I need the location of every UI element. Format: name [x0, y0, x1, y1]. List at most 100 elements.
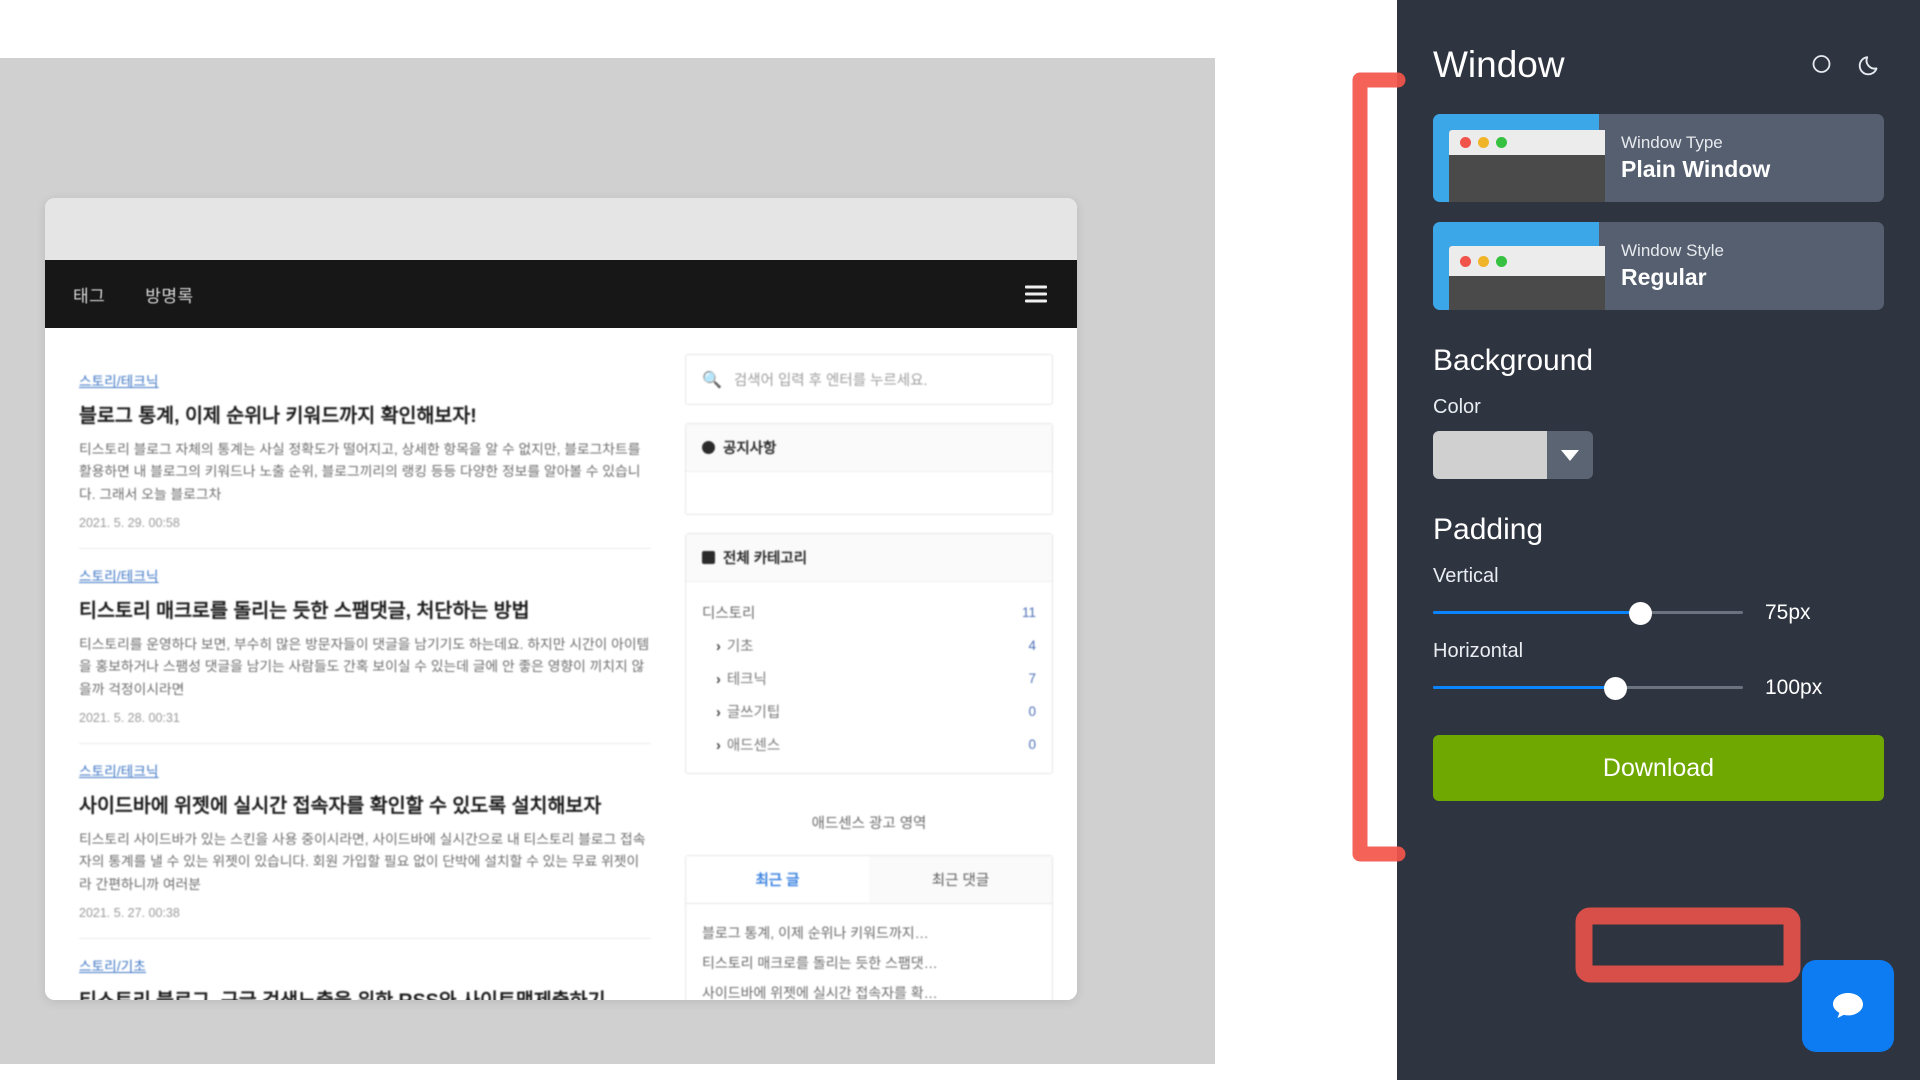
- chat-bubble-icon: [1833, 993, 1863, 1019]
- notice-box: 공지사항: [685, 423, 1053, 515]
- recent-item[interactable]: 블로그 통계, 이제 순위나 키워드까지…: [702, 918, 1036, 948]
- window-style-card[interactable]: Window Style Regular: [1433, 222, 1884, 310]
- category-row[interactable]: › 애드센스 0: [702, 728, 1036, 761]
- vertical-padding-slider[interactable]: [1433, 600, 1743, 626]
- category-name: › 기초: [716, 639, 754, 655]
- category-name: › 테크닉: [716, 672, 767, 688]
- category-row[interactable]: 디스토리 11: [702, 596, 1036, 629]
- chevron-down-icon[interactable]: [1547, 431, 1593, 479]
- notice-empty: [686, 472, 1052, 514]
- window-thumb-plain: [1433, 114, 1605, 202]
- post-excerpt: 티스토리 사이드바가 있는 스킨을 사용 중이시라면, 사이드바에 실시간으로 …: [79, 832, 646, 892]
- post-title[interactable]: 블로그 통계, 이제 순위나 키워드까지 확인해보자!: [79, 399, 651, 428]
- window-style-value: Regular: [1621, 263, 1707, 290]
- search-icon: 🔍: [702, 371, 722, 389]
- slider-fill: [1433, 611, 1641, 614]
- window-thumb-regular: [1433, 222, 1605, 310]
- vertical-padding-row: 75px: [1433, 600, 1884, 626]
- tab-recent-posts[interactable]: 최근 글: [686, 856, 869, 903]
- list-item[interactable]: 스토리/기초 티스토리 블로그, 구글 검색노출을 위한 RSS와 사이트맵제출…: [79, 939, 651, 1000]
- category-row[interactable]: › 글쓰기팁 0: [702, 695, 1036, 728]
- preview-window-card: 태그 방명록 스토리/테크닉 블로그 통계, 이제 순위나 키워드까지 확인해보…: [45, 198, 1077, 1000]
- post-excerpt: 티스토리를 운영하다 보면, 부수히 많은 방문자들이 댓글을 남기기도 하는데…: [79, 637, 650, 697]
- category-row[interactable]: › 기초 4: [702, 629, 1036, 662]
- category-label: 테크닉: [726, 672, 767, 688]
- horizontal-padding-label: Horizontal: [1433, 640, 1524, 662]
- background-color-picker[interactable]: [1433, 431, 1593, 479]
- window-type-label: Window Type: [1621, 132, 1723, 152]
- preview-nav: 태그 방명록: [45, 260, 1077, 328]
- download-button[interactable]: Download: [1433, 735, 1884, 801]
- window-type-card[interactable]: Window Type Plain Window: [1433, 114, 1884, 202]
- category-name: › 애드센스: [716, 738, 781, 754]
- post-title[interactable]: 티스토리 매크로를 돌리는 듯한 스팸댓글, 처단하는 방법: [79, 594, 651, 623]
- preview-body: 스토리/테크닉 블로그 통계, 이제 순위나 키워드까지 확인해보자! 티스토리…: [45, 328, 1077, 1000]
- preview-window-topbar: [45, 198, 1077, 260]
- category-label: 애드센스: [726, 738, 781, 754]
- color-label: Color: [1433, 396, 1481, 418]
- horizontal-padding-value: 100px: [1765, 676, 1823, 699]
- post-category[interactable]: 스토리/테크닉: [79, 760, 159, 780]
- category-name: › 글쓰기팁: [716, 705, 781, 721]
- recent-box: 최근 글 최근 댓글 블로그 통계, 이제 순위나 키워드까지… 티스토리 매크…: [685, 855, 1053, 1000]
- preview-post-list: 스토리/테크닉 블로그 통계, 이제 순위나 키워드까지 확인해보자! 티스토리…: [45, 328, 685, 1000]
- category-count: 0: [1028, 704, 1036, 719]
- screen: 태그 방명록 스토리/테크닉 블로그 통계, 이제 순위나 키워드까지 확인해보…: [0, 0, 1920, 1080]
- search-box[interactable]: 🔍 검색어 입력 후 엔터를 누르세요.: [685, 354, 1053, 405]
- category-count: 7: [1028, 671, 1036, 686]
- category-count: 0: [1028, 737, 1036, 752]
- post-category[interactable]: 스토리/기초: [79, 955, 146, 975]
- nav-link-guestbook[interactable]: 방명록: [145, 282, 193, 307]
- recent-item[interactable]: 티스토리 매크로를 돌리는 듯한 스팸댓…: [702, 948, 1036, 978]
- horizontal-padding-row: 100px: [1433, 675, 1884, 701]
- category-count: 11: [1021, 605, 1036, 620]
- window-type-value: Plain Window: [1621, 155, 1771, 182]
- post-excerpt: 티스토리 블로그 자체의 통계는 사실 정확도가 떨어지고, 상세한 항목을 알…: [79, 442, 641, 502]
- ads-placeholder: 애드센스 광고 영역: [811, 816, 927, 832]
- category-label: 글쓰기팁: [726, 705, 781, 721]
- slider-knob[interactable]: [1629, 602, 1653, 625]
- horizontal-padding-slider[interactable]: [1433, 675, 1743, 701]
- preview-sidebar: 🔍 검색어 입력 후 엔터를 누르세요. 공지사항 전체 카테고리 디스토리 1…: [685, 328, 1077, 1000]
- drop-icon[interactable]: [1810, 52, 1836, 78]
- hamburger-icon[interactable]: [1025, 285, 1047, 303]
- category-row[interactable]: › 테크닉 7: [702, 662, 1036, 695]
- category-box: 전체 카테고리 디스토리 11 › 기초 4 › 테크닉 7 › 글쓰기팁 0 …: [685, 533, 1053, 774]
- post-date: 2021. 5. 29. 00:58: [79, 516, 180, 531]
- header-icon-group: [1810, 52, 1884, 78]
- panel-header: Window: [1433, 44, 1884, 86]
- background-section-title: Background: [1433, 344, 1594, 377]
- nav-link-tag[interactable]: 태그: [73, 282, 105, 307]
- tab-recent-comments[interactable]: 최근 댓글: [869, 856, 1052, 903]
- post-date: 2021. 5. 28. 00:31: [79, 711, 180, 726]
- search-input[interactable]: 검색어 입력 후 엔터를 누르세요.: [734, 369, 928, 390]
- post-title[interactable]: 티스토리 블로그, 구글 검색노출을 위한 RSS와 사이트맵제출하기: [79, 984, 651, 1000]
- color-preview-swatch[interactable]: [1433, 431, 1547, 479]
- post-title[interactable]: 사이드바에 위젯에 실시간 접속자를 확인할 수 있도록 설치해보자: [79, 789, 651, 818]
- slider-fill: [1433, 686, 1616, 689]
- category-count: 4: [1028, 638, 1036, 653]
- category-label: 기초: [726, 639, 754, 655]
- category-title: 전체 카테고리: [723, 551, 808, 567]
- notice-title: 공지사항: [723, 441, 777, 457]
- category-name: 디스토리: [702, 606, 756, 622]
- list-item[interactable]: 스토리/테크닉 블로그 통계, 이제 순위나 키워드까지 확인해보자! 티스토리…: [79, 354, 651, 550]
- vertical-padding-label: Vertical: [1433, 565, 1499, 587]
- info-icon: [702, 441, 715, 454]
- list-item[interactable]: 스토리/테크닉 사이드바에 위젯에 실시간 접속자를 확인할 수 있도록 설치해…: [79, 744, 651, 940]
- window-style-label: Window Style: [1621, 240, 1724, 260]
- vertical-padding-value: 75px: [1765, 601, 1811, 624]
- page-title: Window: [1433, 44, 1565, 85]
- chat-widget-button[interactable]: [1802, 960, 1894, 1052]
- slider-knob[interactable]: [1604, 677, 1628, 700]
- post-date: 2021. 5. 27. 00:38: [79, 906, 180, 921]
- settings-panel: Window Window Type Plain Window Window S…: [1397, 0, 1920, 1080]
- padding-section-title: Padding: [1433, 513, 1544, 546]
- recent-item[interactable]: 사이드바에 위젯에 실시간 접속자를 확…: [702, 978, 1036, 1000]
- preview-stage: 태그 방명록 스토리/테크닉 블로그 통계, 이제 순위나 키워드까지 확인해보…: [0, 58, 1215, 1064]
- post-category[interactable]: 스토리/테크닉: [79, 370, 159, 390]
- post-category[interactable]: 스토리/테크닉: [79, 565, 159, 585]
- list-item[interactable]: 스토리/테크닉 티스토리 매크로를 돌리는 듯한 스팸댓글, 처단하는 방법 티…: [79, 549, 651, 745]
- moon-icon[interactable]: [1858, 52, 1884, 78]
- list-icon: [702, 551, 715, 564]
